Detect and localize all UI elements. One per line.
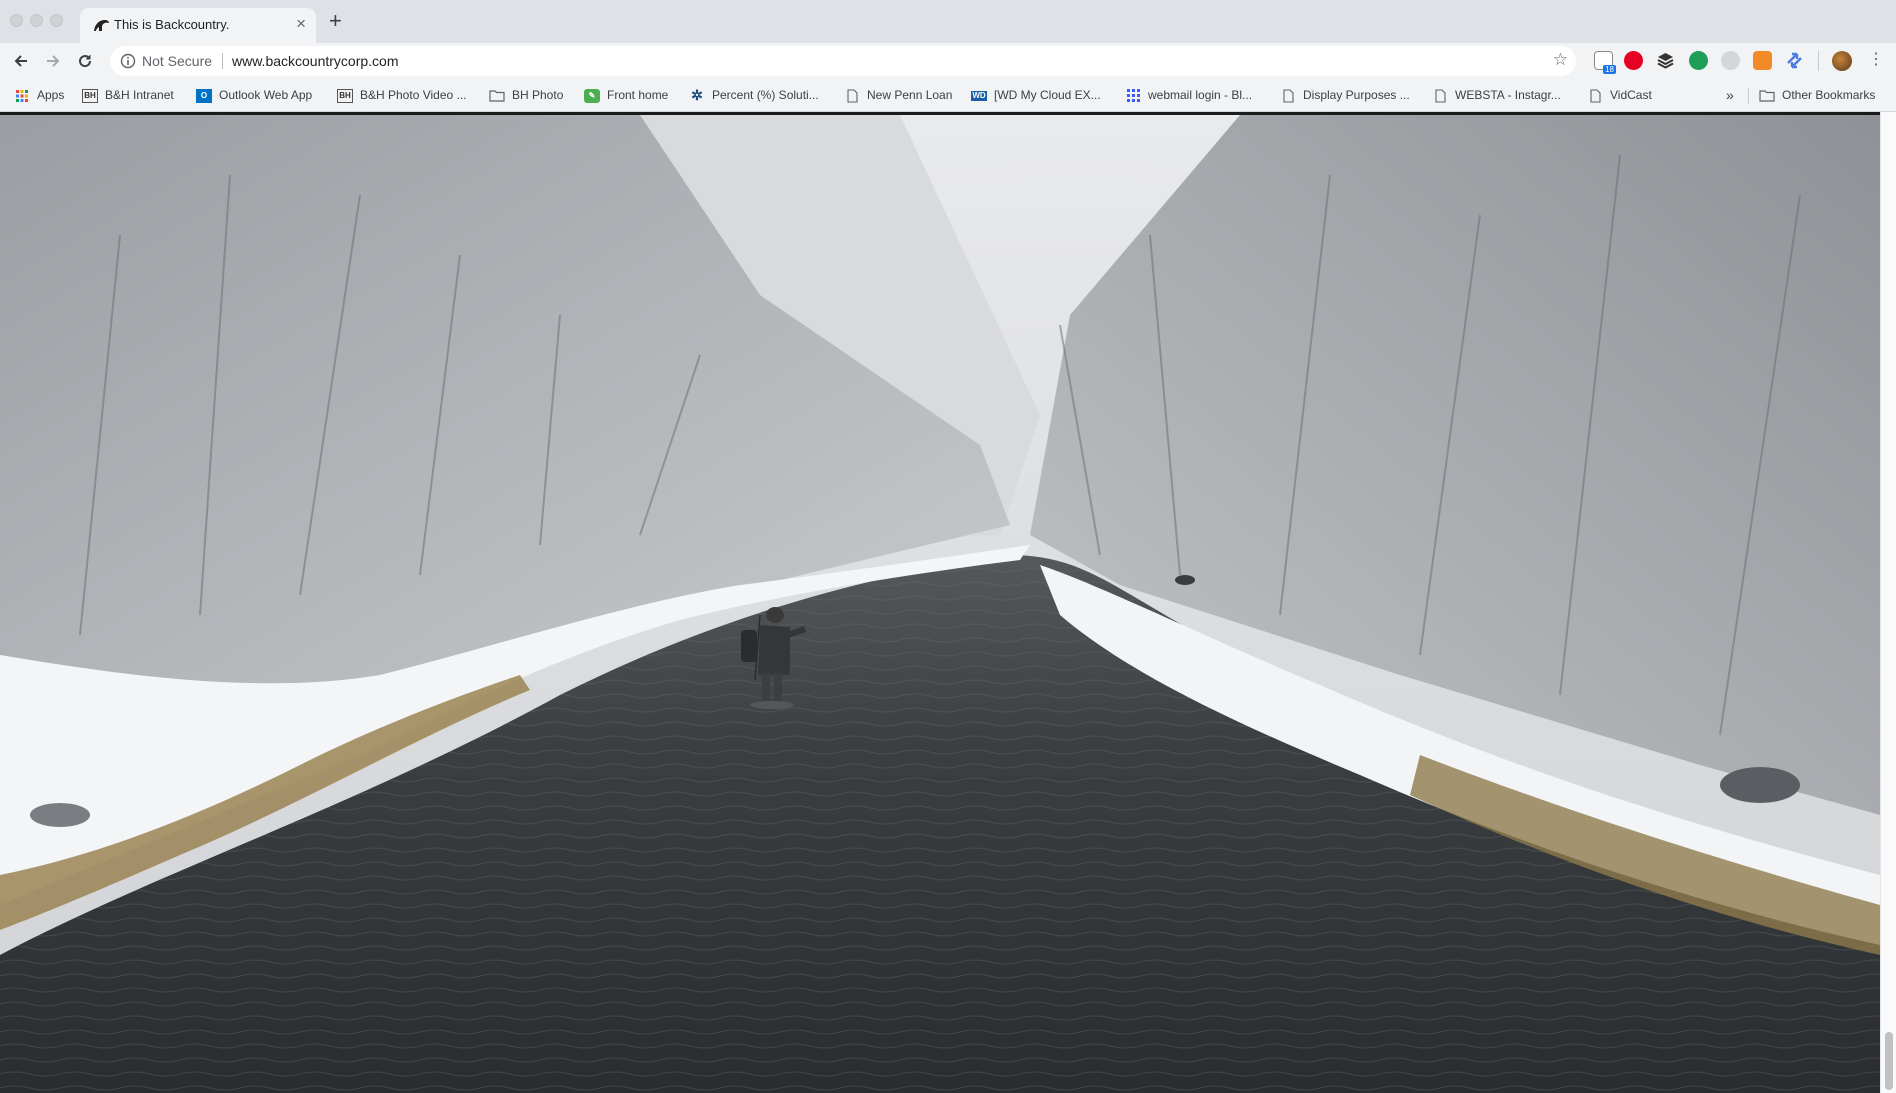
bookmark-label: Apps: [37, 88, 65, 102]
tab-title: This is Backcountry.: [114, 17, 230, 32]
cloud-extension-icon[interactable]: [1721, 51, 1740, 70]
bookmark-front-home[interactable]: ✎ Front home: [584, 87, 668, 104]
folder-icon: [489, 89, 505, 103]
bookmark-label: Front home: [607, 88, 669, 102]
profile-avatar[interactable]: [1832, 51, 1852, 71]
browser-tab[interactable]: This is Backcountry. ×: [80, 8, 316, 43]
back-button[interactable]: [9, 49, 33, 73]
bookmark-websta[interactable]: WEBSTA - Instagr...: [1432, 87, 1561, 104]
bookmark-label: Display Purposes ...: [1303, 88, 1410, 102]
new-tab-button[interactable]: +: [329, 10, 342, 32]
toolbar-divider: [1818, 51, 1819, 71]
page-icon: [1432, 88, 1448, 103]
other-bookmarks-label: Other Bookmarks: [1782, 88, 1876, 102]
url-text[interactable]: www.backcountrycorp.com: [232, 53, 399, 69]
bookmark-label: B&H Photo Video ...: [360, 88, 467, 102]
chrome-menu-icon[interactable]: ⋮: [1868, 52, 1884, 68]
hero-photo-snowy-river: [0, 115, 1880, 1093]
other-bookmarks[interactable]: Other Bookmarks: [1759, 87, 1875, 104]
forward-arrow-icon: [47, 55, 60, 67]
bookmark-label: [WD My Cloud EX...: [994, 88, 1101, 102]
scrollbar-thumb[interactable]: [1885, 1032, 1893, 1090]
bookmark-bh-photo-folder[interactable]: BH Photo: [489, 87, 563, 104]
close-tab-icon[interactable]: ×: [296, 14, 306, 34]
bookmark-percent-solutions[interactable]: ✲ Percent (%) Soluti...: [689, 87, 819, 104]
search-extension-icon[interactable]: [1689, 51, 1708, 70]
bookmark-star-icon[interactable]: ☆: [1553, 51, 1568, 68]
browser-chrome: This is Backcountry. × + Not Secure www.…: [0, 0, 1896, 112]
window-minimize-dot[interactable]: [30, 14, 43, 27]
wd-icon: WD: [971, 90, 987, 101]
browser-toolbar: Not Secure www.backcountrycorp.com ☆ 18 …: [0, 43, 1896, 79]
bookmark-new-penn-loan[interactable]: New Penn Loan: [844, 87, 952, 104]
outlook-icon: O: [196, 88, 212, 103]
bookmark-wd-my-cloud[interactable]: WD [WD My Cloud EX...: [971, 87, 1101, 104]
window-close-dot[interactable]: [10, 14, 23, 27]
folder-icon: [1759, 89, 1775, 103]
calendar-badge: 18: [1603, 65, 1616, 74]
reload-button[interactable]: [73, 49, 97, 73]
apps-grid-icon: [14, 89, 30, 103]
address-separator: [222, 53, 223, 69]
forward-button[interactable]: [41, 49, 65, 73]
orange-extension-icon[interactable]: [1753, 51, 1772, 70]
bookmark-bh-intranet[interactable]: BH B&H Intranet: [82, 87, 174, 104]
window-zoom-dot[interactable]: [50, 14, 63, 27]
page-scrollbar[interactable]: [1880, 112, 1896, 1093]
reload-icon: [79, 55, 92, 68]
page-icon: [1587, 88, 1603, 103]
backcountry-goat-icon: [94, 20, 109, 31]
bookmark-display-purposes[interactable]: Display Purposes ...: [1280, 87, 1410, 104]
bookmark-bh-photo-video[interactable]: BH B&H Photo Video ...: [337, 87, 467, 104]
security-label: Not Secure: [142, 53, 213, 69]
bookmark-apps[interactable]: Apps: [14, 87, 64, 104]
bookmark-label: VidCast: [1610, 88, 1652, 102]
bookmarks-overflow-button[interactable]: »: [1726, 87, 1734, 104]
chevron-double-right-icon: »: [1726, 87, 1734, 103]
page-icon: [1280, 88, 1296, 103]
buffer-stack-icon[interactable]: [1656, 51, 1675, 70]
bookmark-label: Outlook Web App: [219, 88, 313, 102]
bh-icon: BH: [82, 88, 98, 103]
calendar-extension-icon[interactable]: 18: [1594, 51, 1616, 74]
pinterest-icon[interactable]: [1624, 51, 1643, 70]
bh-icon: BH: [337, 88, 353, 103]
bookmark-label: Percent (%) Soluti...: [712, 88, 819, 102]
bookmark-label: New Penn Loan: [867, 88, 953, 102]
evernote-icon: ✎: [584, 88, 600, 103]
bookmark-label: B&H Intranet: [105, 88, 174, 102]
tab-strip: This is Backcountry. × +: [0, 0, 1896, 43]
bookmark-label: BH Photo: [512, 88, 564, 102]
address-bar[interactable]: Not Secure www.backcountrycorp.com ☆: [110, 46, 1576, 76]
bookmark-vidcast[interactable]: VidCast: [1587, 87, 1652, 104]
bookmarks-bar: Apps BH B&H Intranet O Outlook Web App B…: [0, 79, 1896, 112]
bookmark-label: webmail login - Bl...: [1148, 88, 1253, 102]
grid-icon: [1125, 89, 1141, 103]
bookmarks-divider: [1748, 88, 1749, 104]
gear-icon: ✲: [691, 87, 703, 103]
back-arrow-icon: [14, 55, 27, 67]
bookmark-outlook[interactable]: O Outlook Web App: [196, 87, 312, 104]
bookmark-label: WEBSTA - Instagr...: [1455, 88, 1561, 102]
page-icon: [844, 88, 860, 103]
info-icon[interactable]: [120, 53, 136, 69]
bookmark-webmail-login[interactable]: webmail login - Bl...: [1125, 87, 1252, 104]
sync-arrows-icon[interactable]: [1785, 51, 1804, 70]
page-viewport: [0, 112, 1896, 1093]
